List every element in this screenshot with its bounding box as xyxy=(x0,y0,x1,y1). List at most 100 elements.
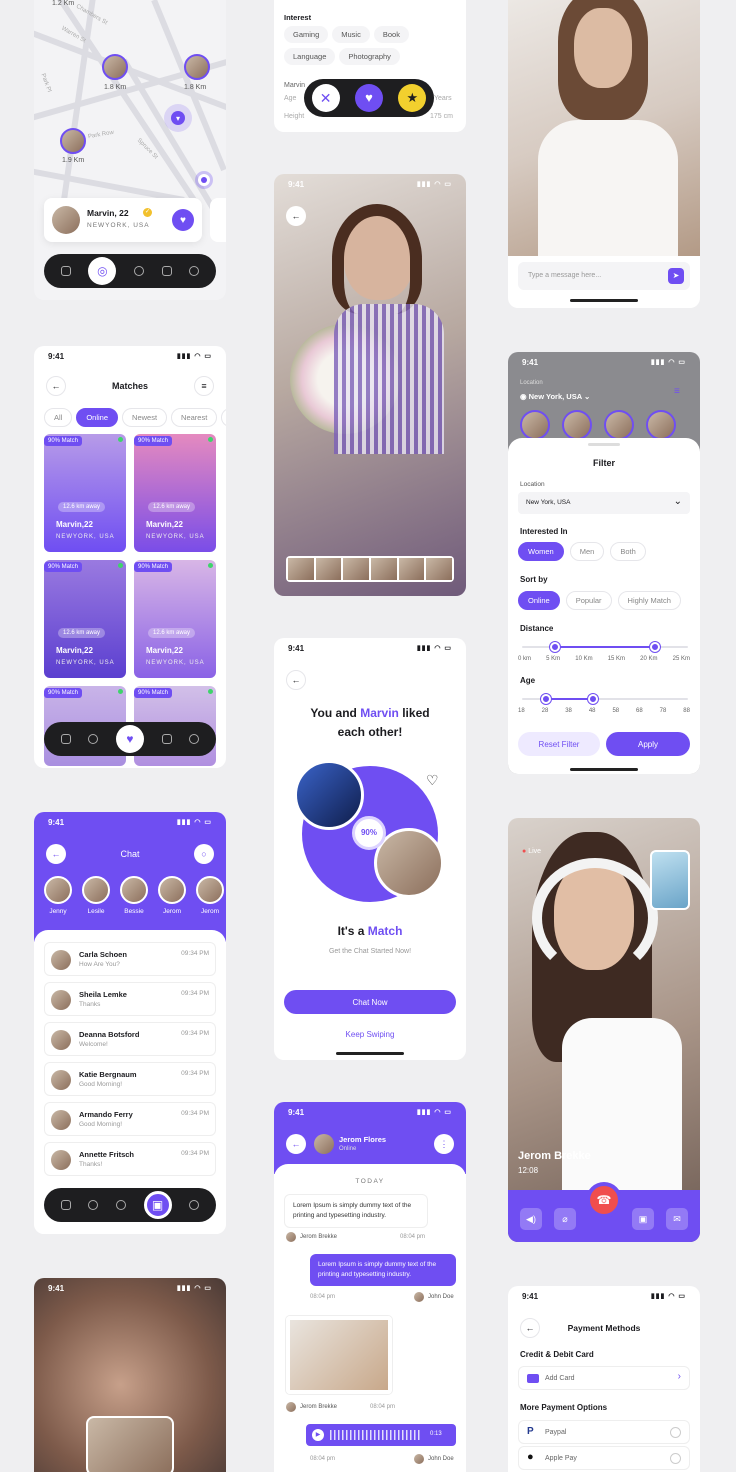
explore-icon[interactable] xyxy=(88,734,99,744)
chat-icon[interactable] xyxy=(161,266,172,276)
chat-row[interactable]: Katie Bergnaum Good Morning! 09:34 PM xyxy=(44,1062,216,1096)
message-input[interactable]: Type a message here... ➤ xyxy=(518,262,690,290)
chat-row[interactable]: Carla Schoen How Are You? 09:34 PM xyxy=(44,942,216,976)
heart-icon[interactable] xyxy=(133,266,144,276)
message-icon[interactable]: ✉ xyxy=(666,1208,688,1230)
location-select[interactable]: New York, USA ⌄ xyxy=(518,492,690,514)
age-max-handle[interactable] xyxy=(588,694,599,704)
heart-icon[interactable]: ♥ xyxy=(115,725,144,753)
map-pin-avatar[interactable] xyxy=(184,54,210,80)
age-slider[interactable] xyxy=(522,694,688,704)
camera-off-icon[interactable]: ▣ xyxy=(632,1208,654,1230)
apple-pay-row[interactable]: ● Apple Pay xyxy=(518,1446,690,1470)
more-options-button[interactable]: ⋮ xyxy=(434,1134,454,1154)
match-card[interactable]: 90% Match 12.6 km away Marvin,22 NEWYORK… xyxy=(134,434,216,552)
play-icon[interactable]: ▶ xyxy=(312,1429,324,1441)
radio-button[interactable] xyxy=(670,1427,681,1438)
sort-highly-match[interactable]: Highly Match xyxy=(617,591,681,610)
self-video-preview[interactable] xyxy=(650,850,690,910)
chat-icon[interactable] xyxy=(161,734,172,744)
filter-icon[interactable]: ≡ xyxy=(674,386,680,397)
image-message[interactable] xyxy=(286,1316,392,1394)
age-min-handle[interactable] xyxy=(540,694,551,704)
story-item[interactable]: Jerom xyxy=(196,876,224,915)
like-button[interactable]: ♥ xyxy=(172,209,194,231)
send-icon[interactable]: ➤ xyxy=(668,268,684,284)
thumbnail[interactable] xyxy=(426,558,453,580)
tick-label: 38 xyxy=(565,708,572,714)
chat-row[interactable]: Deanna Botsford Welcome! 09:34 PM xyxy=(44,1022,216,1056)
paypal-row[interactable]: P Paypal xyxy=(518,1420,690,1444)
tab-online[interactable]: Online xyxy=(76,408,119,427)
chip-music[interactable]: Music xyxy=(332,26,370,43)
thumbnail[interactable] xyxy=(398,558,425,580)
map-profile-card[interactable]: Marvin, 22 ✓ NEWYORK, USA ♥ xyxy=(44,198,202,242)
bottom-nav: ▣ xyxy=(44,1188,216,1222)
audio-message[interactable]: ▶ 0:13 xyxy=(306,1424,456,1446)
blurred-call-screen: 9:41 ▮▮▮ ◠ ▭ xyxy=(34,1278,226,1472)
tab-newest[interactable]: Newest xyxy=(122,408,168,427)
filter-button[interactable]: ≡ xyxy=(194,376,214,396)
heart-icon[interactable] xyxy=(115,1200,126,1210)
back-button[interactable]: ← xyxy=(286,1134,306,1154)
tab-more[interactable]: M xyxy=(221,408,226,427)
back-button[interactable]: ← xyxy=(286,670,306,690)
home-icon[interactable] xyxy=(60,266,71,276)
explore-icon[interactable] xyxy=(88,1200,99,1210)
map-pin-avatar[interactable] xyxy=(102,54,128,80)
explore-icon[interactable]: ◎ xyxy=(88,257,117,285)
story-item[interactable]: Bessie xyxy=(120,876,148,915)
story-item[interactable]: Lesile xyxy=(82,876,110,915)
sort-online[interactable]: Online xyxy=(518,591,560,610)
story-item[interactable]: Jerom xyxy=(158,876,186,915)
match-card[interactable]: 90% Match 12.6 km away Marvin,22 NEWYORK… xyxy=(134,560,216,678)
thumbnail[interactable] xyxy=(343,558,370,580)
location-value[interactable]: ◉ New York, USA ⌄ xyxy=(520,392,590,401)
distance-min-handle[interactable] xyxy=(550,642,561,652)
profile-icon[interactable] xyxy=(189,266,200,276)
chip-gaming[interactable]: Gaming xyxy=(284,26,329,43)
keep-swiping-link[interactable]: Keep Swiping xyxy=(274,1030,466,1039)
match-card[interactable]: 90% Match 12.6 km away Marvin,22 NEWYORK… xyxy=(44,560,126,678)
story-item[interactable]: Jenny xyxy=(44,876,72,915)
sort-popular[interactable]: Popular xyxy=(565,591,612,610)
chat-now-button[interactable]: Chat Now xyxy=(284,990,456,1014)
add-card-row[interactable]: Add Card › xyxy=(518,1366,690,1390)
star-icon[interactable]: ★ xyxy=(398,84,427,112)
mute-icon[interactable]: ⌀ xyxy=(554,1208,576,1230)
apply-button[interactable]: Apply xyxy=(606,732,690,756)
chip-book[interactable]: Book xyxy=(373,26,409,43)
end-call-button[interactable]: ☎ xyxy=(586,1182,622,1218)
option-both[interactable]: Both xyxy=(610,542,646,561)
option-men[interactable]: Men xyxy=(569,542,605,561)
profile-icon[interactable] xyxy=(189,1200,200,1210)
distance-slider[interactable] xyxy=(522,642,688,652)
call-duration: 12:08 xyxy=(518,1166,539,1175)
radio-button[interactable] xyxy=(670,1453,681,1464)
chat-row[interactable]: Sheila Lemke Thanks 09:34 PM xyxy=(44,982,216,1016)
profile-icon[interactable] xyxy=(189,734,200,744)
map-pin-avatar[interactable] xyxy=(60,128,86,154)
thumbnail[interactable] xyxy=(315,558,342,580)
reset-filter-button[interactable]: Reset Filter xyxy=(518,732,600,756)
tab-all[interactable]: All xyxy=(44,408,73,427)
match-badge: 90% Match xyxy=(44,562,83,572)
chip-language[interactable]: Language xyxy=(284,48,336,65)
match-card[interactable]: 90% Match 12.6 km away Marvin,22 NEWYORK… xyxy=(44,434,126,552)
option-women[interactable]: Women xyxy=(518,542,564,561)
chat-icon[interactable]: ▣ xyxy=(143,1191,172,1219)
tab-nearest[interactable]: Nearest xyxy=(171,408,218,427)
speaker-icon[interactable]: ◀) xyxy=(520,1208,542,1230)
heart-icon[interactable]: ♥ xyxy=(354,84,383,112)
home-icon[interactable] xyxy=(60,1200,71,1210)
close-icon[interactable]: ✕ xyxy=(311,84,340,112)
distance-max-handle[interactable] xyxy=(649,642,660,652)
home-icon[interactable] xyxy=(60,734,71,744)
chip-photography[interactable]: Photography xyxy=(339,48,400,65)
search-button[interactable]: ○ xyxy=(194,844,214,864)
back-button[interactable]: ← xyxy=(286,206,306,226)
thumbnail[interactable] xyxy=(371,558,397,580)
thumbnail[interactable] xyxy=(288,558,314,580)
chat-row[interactable]: Annette Fritsch Thanks! 09:34 PM xyxy=(44,1142,216,1176)
chat-row[interactable]: Armando Ferry Good Morning! 09:34 PM xyxy=(44,1102,216,1136)
